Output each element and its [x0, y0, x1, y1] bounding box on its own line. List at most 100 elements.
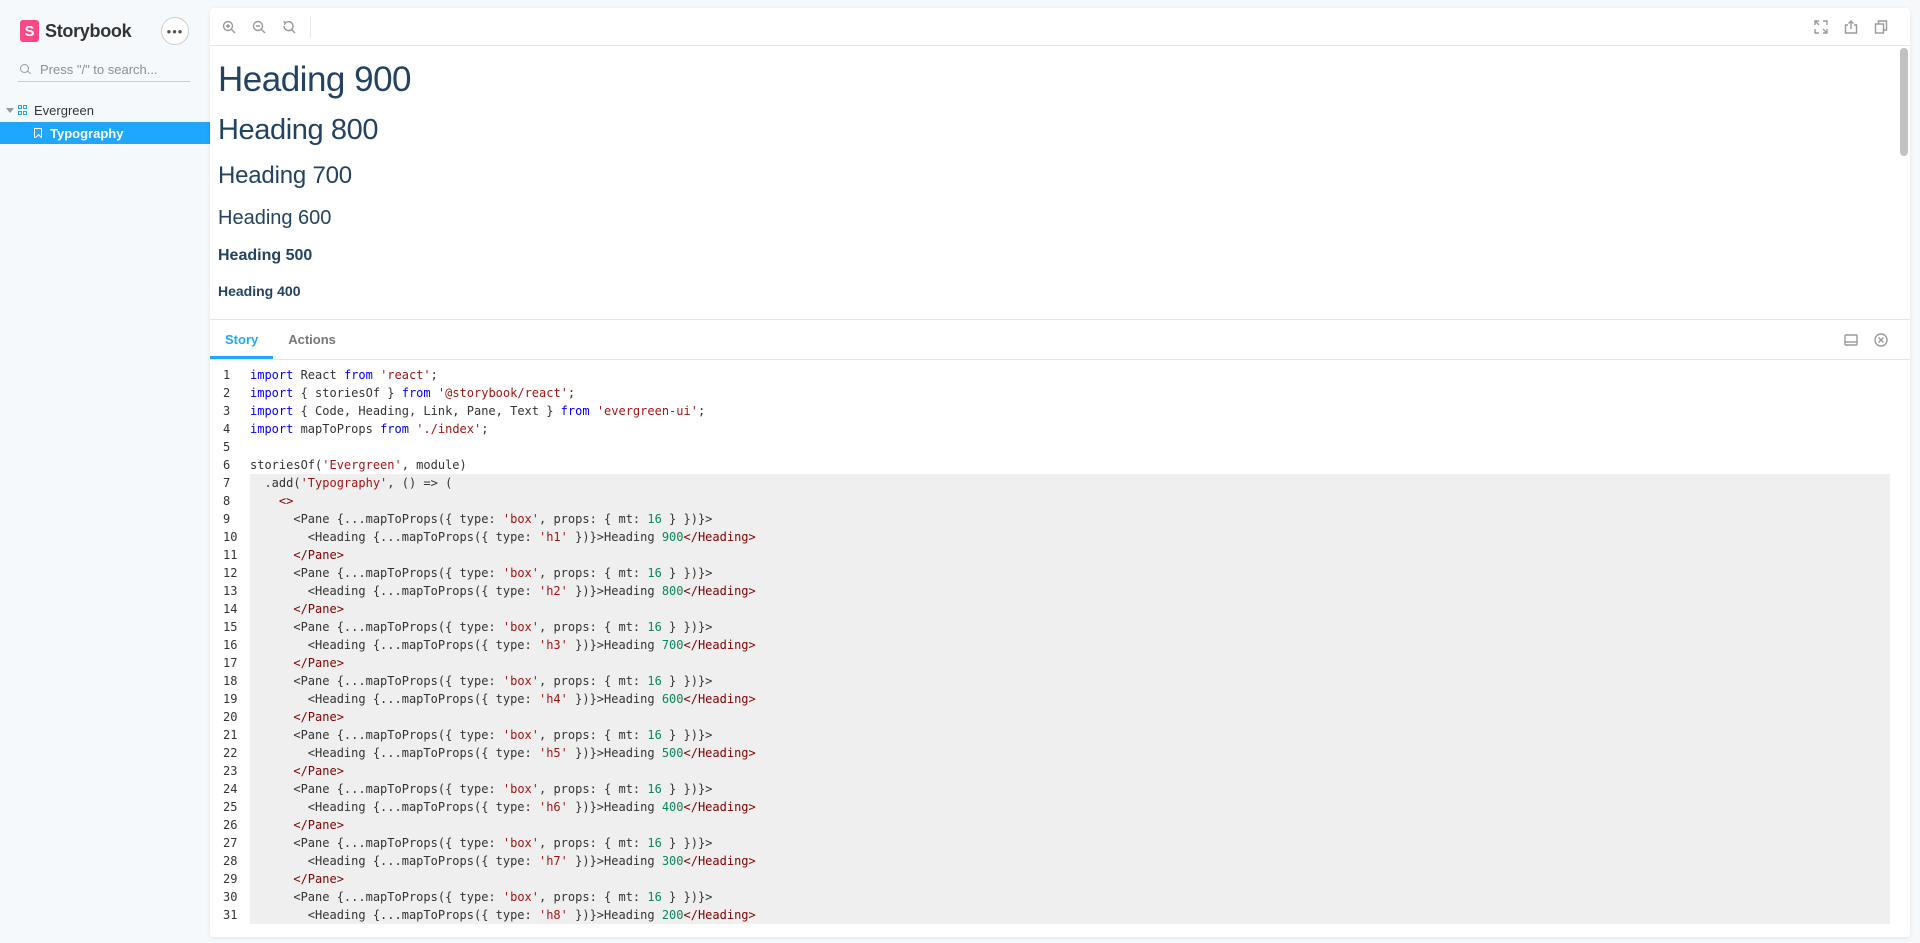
- line-number: 8: [223, 494, 231, 508]
- code-line: 15 <Pane {...mapToProps({ type: 'box', p…: [210, 618, 1910, 636]
- code-line: 20 </Pane>: [210, 708, 1910, 726]
- code-line: 3 import { Code, Heading, Link, Pane, Tex…: [210, 402, 1910, 420]
- line-number: 29: [223, 872, 238, 886]
- line-content: <Pane {...mapToProps({ type: 'box', prop…: [250, 834, 1890, 852]
- line-content: <Heading {...mapToProps({ type: 'h1' })}…: [250, 528, 1890, 546]
- chevron-down-icon: [6, 107, 14, 113]
- code-line: 17 </Pane>: [210, 654, 1910, 672]
- line-content: <Pane {...mapToProps({ type: 'box', prop…: [250, 564, 1890, 582]
- line-number: 18: [223, 674, 238, 688]
- bookmark-icon: [34, 128, 42, 138]
- code-line: 9 <Pane {...mapToProps({ type: 'box', pr…: [210, 510, 1910, 528]
- sidebar: S Storybook ••• Evergreen Typography: [0, 0, 210, 943]
- tree-item-typography[interactable]: Typography: [0, 122, 210, 144]
- toolbar-divider: [310, 15, 311, 38]
- code-line: 11 </Pane>: [210, 546, 1910, 564]
- code-line: 16 <Heading {...mapToProps({ type: 'h3' …: [210, 636, 1910, 654]
- code-line: 6 storiesOf('Evergreen', module): [210, 456, 1910, 474]
- code-line: 27 <Pane {...mapToProps({ type: 'box', p…: [210, 834, 1910, 852]
- line-content: import { Code, Heading, Link, Pane, Text…: [250, 404, 706, 418]
- zoom-in-icon[interactable]: [218, 16, 240, 38]
- search-icon: [20, 63, 32, 76]
- code-line: 30 <Pane {...mapToProps({ type: 'box', p…: [210, 888, 1910, 906]
- line-content: <Heading {...mapToProps({ type: 'h6' })}…: [250, 798, 1890, 816]
- tab-actions[interactable]: Actions: [273, 320, 351, 359]
- zoom-out-icon[interactable]: [248, 16, 270, 38]
- code-line: 21 <Pane {...mapToProps({ type: 'box', p…: [210, 726, 1910, 744]
- line-number: 27: [223, 836, 238, 850]
- code-line: 12 <Pane {...mapToProps({ type: 'box', p…: [210, 564, 1910, 582]
- storybook-logo-icon: S: [20, 20, 39, 42]
- line-content: <Heading {...mapToProps({ type: 'h7' })}…: [250, 852, 1890, 870]
- code-line: 25 <Heading {...mapToProps({ type: 'h6' …: [210, 798, 1910, 816]
- code-line: 5: [210, 438, 1910, 456]
- zoom-reset-icon[interactable]: [278, 16, 300, 38]
- panel-orientation-icon[interactable]: [1840, 329, 1862, 351]
- close-panel-icon[interactable]: [1870, 329, 1892, 351]
- line-number: 19: [223, 692, 238, 706]
- line-number: 9: [223, 512, 231, 526]
- line-content: .add('Typography', () => (: [250, 474, 1890, 492]
- line-content: <Pane {...mapToProps({ type: 'box', prop…: [250, 726, 1890, 744]
- code-line: 14 </Pane>: [210, 600, 1910, 618]
- code-line: 18 <Pane {...mapToProps({ type: 'box', p…: [210, 672, 1910, 690]
- tree-group-evergreen[interactable]: Evergreen: [0, 100, 210, 120]
- addons-tabbar: Story Actions: [210, 320, 1910, 360]
- code-line: 10 <Heading {...mapToProps({ type: 'h1' …: [210, 528, 1910, 546]
- preview-scrollbar[interactable]: [1900, 48, 1908, 156]
- line-number: 12: [223, 566, 238, 580]
- line-number: 31: [223, 908, 238, 922]
- line-number: 28: [223, 854, 238, 868]
- line-number: 2: [223, 386, 231, 400]
- line-content: import { storiesOf } from '@storybook/re…: [250, 386, 576, 400]
- line-number: 1: [223, 368, 231, 382]
- tree-group-label: Evergreen: [34, 102, 94, 118]
- line-content: <Heading {...mapToProps({ type: 'h5' })}…: [250, 744, 1890, 762]
- line-content: <Heading {...mapToProps({ type: 'h8' })}…: [250, 906, 1890, 924]
- heading-700: Heading 700: [218, 162, 352, 189]
- story-tree: Evergreen Typography: [0, 100, 210, 144]
- heading-400: Heading 400: [218, 283, 301, 299]
- tree-item-label: Typography: [50, 125, 124, 141]
- search-input[interactable]: [40, 62, 188, 77]
- code-line: 31 <Heading {...mapToProps({ type: 'h8' …: [210, 906, 1910, 924]
- line-content: <Pane {...mapToProps({ type: 'box', prop…: [250, 618, 1890, 636]
- fullscreen-icon[interactable]: [1810, 16, 1832, 38]
- tab-story[interactable]: Story: [210, 320, 274, 359]
- code-line: 1 import React from 'react';: [210, 366, 1910, 384]
- heading-500: Heading 500: [218, 247, 313, 264]
- line-number: 15: [223, 620, 238, 634]
- menu-button[interactable]: •••: [161, 17, 189, 45]
- code-line: 19 <Heading {...mapToProps({ type: 'h4' …: [210, 690, 1910, 708]
- line-number: 6: [223, 458, 231, 472]
- line-content: <Heading {...mapToProps({ type: 'h3' })}…: [250, 636, 1890, 654]
- line-number: 16: [223, 638, 238, 652]
- heading-600: Heading 600: [218, 207, 332, 229]
- code-line: 29 </Pane>: [210, 870, 1910, 888]
- line-content: import React from 'react';: [250, 368, 438, 382]
- line-number: 14: [223, 602, 238, 616]
- code-line: 2 import { storiesOf } from '@storybook/r…: [210, 384, 1910, 402]
- code-line: 24 <Pane {...mapToProps({ type: 'box', p…: [210, 780, 1910, 798]
- search-box: [18, 58, 190, 82]
- line-content: <Pane {...mapToProps({ type: 'box', prop…: [250, 780, 1890, 798]
- code-line: 28 <Heading {...mapToProps({ type: 'h7' …: [210, 852, 1910, 870]
- brand-title: Storybook: [45, 20, 132, 41]
- line-number: 10: [223, 530, 238, 544]
- story-source-code: 1 import React from 'react'; 2 import { sto…: [210, 366, 1910, 929]
- line-number: 3: [223, 404, 231, 418]
- line-number: 4: [223, 422, 231, 436]
- line-content: <Pane {...mapToProps({ type: 'box', prop…: [250, 888, 1890, 906]
- story-preview: Heading 900 Heading 800 Heading 700 Head…: [210, 46, 1910, 320]
- brand[interactable]: S Storybook: [20, 20, 132, 42]
- copy-icon[interactable]: [1870, 16, 1892, 38]
- toolbar-right: [1810, 16, 1900, 38]
- line-number: 24: [223, 782, 238, 796]
- line-content: <Heading {...mapToProps({ type: 'h4' })}…: [250, 690, 1890, 708]
- component-icon: [18, 105, 28, 115]
- line-number: 25: [223, 800, 238, 814]
- line-number: 13: [223, 584, 238, 598]
- code-line: 4 import mapToProps from './index';: [210, 420, 1910, 438]
- line-content: </Pane>: [250, 546, 1890, 564]
- share-icon[interactable]: [1840, 16, 1862, 38]
